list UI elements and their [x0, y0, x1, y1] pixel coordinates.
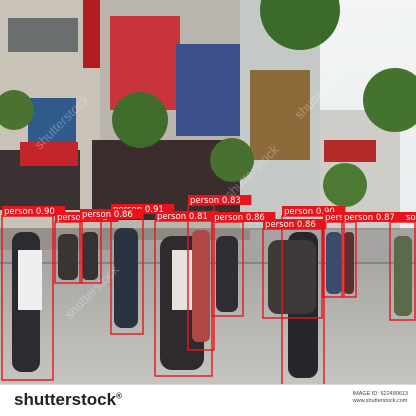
brand-name: shutterstock — [14, 390, 117, 409]
tree — [323, 163, 367, 207]
left-building-windows — [8, 18, 78, 52]
detection-label: person 0.90 — [4, 207, 55, 217]
detection-label: person 0.83 — [190, 196, 241, 206]
registered-mark: ® — [116, 391, 122, 401]
vertical-red-sign — [83, 0, 100, 68]
detection-label: person 0.86 — [214, 213, 265, 223]
footer-bar: shutterstock® IMAGE ID: 622480613 www.sh… — [0, 384, 416, 416]
red-banner-far-right — [324, 140, 376, 162]
shutterstock-logo: shutterstock® — [14, 390, 122, 410]
detection-label: person 0.87 — [344, 213, 395, 223]
image-id-block: IMAGE ID: 622480613 www.shutterstock.com — [353, 391, 408, 405]
image-id: IMAGE ID: 622480613 — [352, 391, 408, 397]
photo-frame: shutterstock shutterstock shutterstock s… — [0, 0, 416, 416]
street-photo: shutterstock shutterstock shutterstock s… — [0, 0, 416, 384]
site-url: www.shutterstock.com — [352, 398, 408, 404]
tree — [112, 92, 168, 148]
detection-label: person 0.86 — [82, 210, 133, 220]
blue-billboard-center — [176, 44, 240, 136]
red-shop-sign — [20, 142, 78, 166]
